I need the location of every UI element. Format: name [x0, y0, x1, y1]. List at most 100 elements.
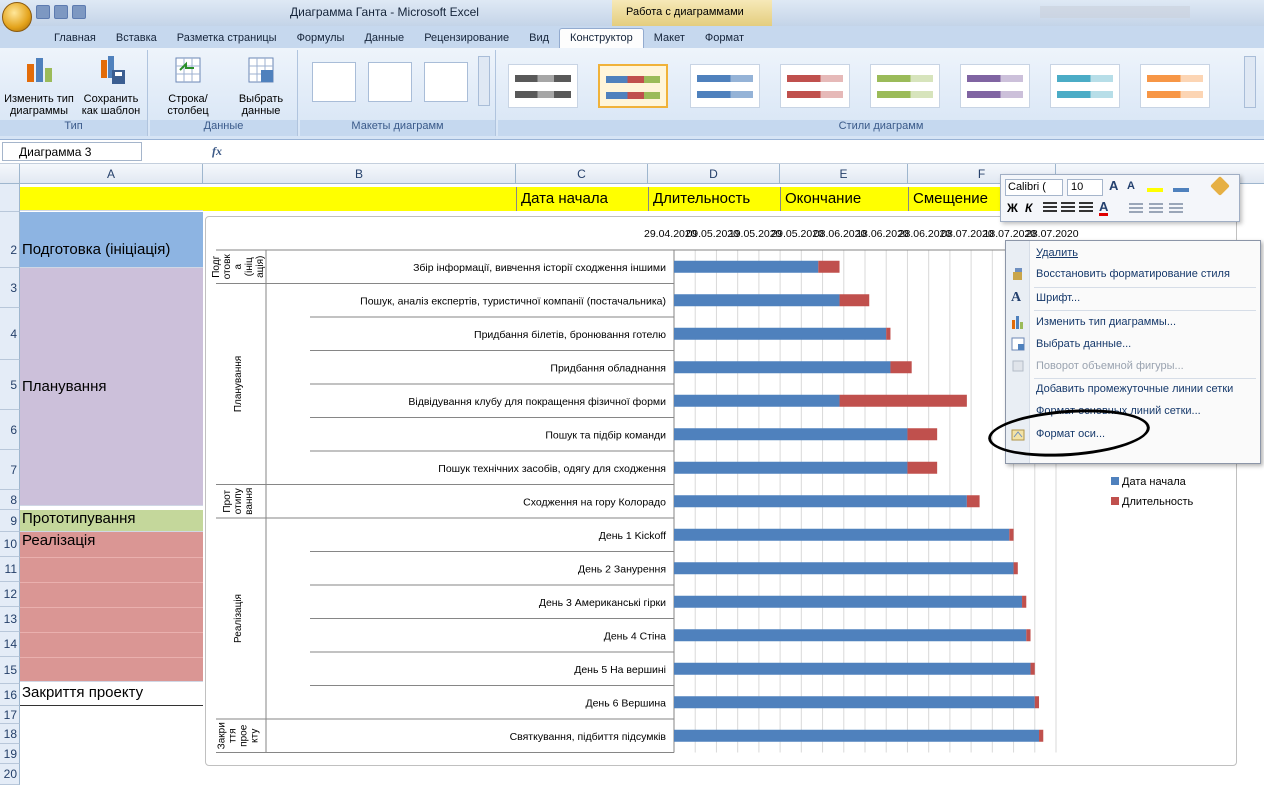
- phase-planning[interactable]: Планування: [20, 268, 203, 506]
- column-header-c[interactable]: C: [516, 164, 648, 184]
- tab-data[interactable]: Данные: [354, 29, 414, 48]
- column-header-a[interactable]: A: [20, 164, 203, 184]
- tab-home[interactable]: Главная: [44, 29, 106, 48]
- format-painter-icon[interactable]: [1210, 176, 1230, 196]
- row-number[interactable]: 11: [0, 557, 20, 582]
- bar-start-0: [674, 260, 819, 273]
- phase-closing[interactable]: Закриття проекту: [20, 684, 203, 706]
- row-divider: [20, 607, 203, 608]
- column-header-d[interactable]: D: [648, 164, 780, 184]
- decrease-indent-icon[interactable]: [1129, 203, 1143, 213]
- row-number[interactable]: 3: [0, 268, 20, 308]
- row-number[interactable]: 5: [0, 360, 20, 410]
- menu-item-change-chart-type[interactable]: Изменить тип диаграммы...: [1036, 312, 1176, 332]
- bar-start-5: [674, 428, 908, 441]
- fx-icon[interactable]: fx: [212, 144, 222, 159]
- save-as-template-button[interactable]: Сохранить как шаблон: [78, 54, 144, 117]
- column-header-e[interactable]: E: [780, 164, 908, 184]
- header-start-date[interactable]: Дата начала: [516, 187, 648, 211]
- header-duration[interactable]: Длительность: [648, 187, 780, 211]
- layout-thumb-2[interactable]: [368, 62, 412, 102]
- tab-layout[interactable]: Макет: [644, 29, 695, 48]
- row-number[interactable]: 17: [0, 706, 20, 724]
- style-thumb-blue[interactable]: [690, 64, 760, 108]
- row-number[interactable]: 19: [0, 744, 20, 764]
- align-left-icon[interactable]: [1043, 202, 1057, 214]
- bar-start-3: [674, 361, 891, 374]
- font-color-icon[interactable]: A: [1099, 200, 1109, 216]
- shrink-font-icon[interactable]: A: [1127, 180, 1135, 192]
- row-number[interactable]: 10: [0, 532, 20, 557]
- tab-format[interactable]: Формат: [695, 29, 754, 48]
- row-number[interactable]: 2: [0, 212, 20, 268]
- name-box[interactable]: Диаграмма 3: [2, 142, 142, 161]
- style-thumb-green[interactable]: [870, 64, 940, 108]
- tab-design[interactable]: Конструктор: [559, 28, 644, 48]
- office-button[interactable]: [2, 2, 32, 32]
- tab-insert[interactable]: Вставка: [106, 29, 167, 48]
- style-thumb-purple[interactable]: [960, 64, 1030, 108]
- grow-font-icon[interactable]: A: [1109, 178, 1118, 193]
- align-right-icon[interactable]: [1079, 202, 1093, 214]
- menu-item-add-minor-gridlines[interactable]: Добавить промежуточные линии сетки: [1036, 379, 1233, 399]
- group-chart-layouts: Макеты диаграмм: [300, 50, 496, 136]
- fill-color-icon[interactable]: [1147, 180, 1163, 192]
- bullets-icon[interactable]: [1169, 203, 1183, 213]
- tab-page-layout[interactable]: Разметка страницы: [167, 29, 287, 48]
- font-size-box[interactable]: 10: [1067, 179, 1103, 196]
- align-center-icon[interactable]: [1061, 202, 1075, 214]
- tab-review[interactable]: Рецензирование: [414, 29, 519, 48]
- menu-item-reset-style[interactable]: Восстановить форматирование стиля: [1036, 264, 1230, 284]
- layout-thumb-3[interactable]: [424, 62, 468, 102]
- bold-icon[interactable]: Ж: [1007, 201, 1018, 215]
- row-number[interactable]: 18: [0, 724, 20, 744]
- undo-icon[interactable]: [54, 5, 68, 19]
- menu-item-font[interactable]: Шрифт...: [1036, 288, 1080, 308]
- phase-prototyping[interactable]: Прототипування: [20, 510, 203, 532]
- menu-item-3d-rotation: Поворот объемной фигуры...: [1036, 360, 1184, 372]
- row-number[interactable]: 6: [0, 410, 20, 450]
- switch-row-column-button[interactable]: Строка/столбец: [152, 54, 224, 117]
- cell-b1[interactable]: [203, 187, 516, 211]
- layouts-more-button[interactable]: [478, 56, 490, 106]
- italic-icon[interactable]: К: [1025, 201, 1032, 215]
- bar-duration-2: [886, 327, 891, 340]
- row-number[interactable]: 9: [0, 510, 20, 532]
- change-chart-type-button[interactable]: Изменить тип диаграммы: [2, 54, 76, 117]
- style-thumb-aqua[interactable]: [1050, 64, 1120, 108]
- header-end-date[interactable]: Окончание: [780, 187, 908, 211]
- tab-view[interactable]: Вид: [519, 29, 559, 48]
- styles-more-button[interactable]: [1244, 56, 1256, 108]
- row-number[interactable]: 20: [0, 764, 20, 785]
- tab-formulas[interactable]: Формулы: [287, 29, 355, 48]
- layout-thumb-1[interactable]: [312, 62, 356, 102]
- style-thumb-red[interactable]: [780, 64, 850, 108]
- font-name-box[interactable]: Calibri (: [1005, 179, 1063, 196]
- group-label-word: Закри: [217, 722, 228, 749]
- style-thumb-multicolor[interactable]: [598, 64, 668, 108]
- row-number[interactable]: 13: [0, 607, 20, 632]
- save-icon[interactable]: [36, 5, 50, 19]
- cell-a1[interactable]: [20, 187, 203, 211]
- style-thumb-gray[interactable]: [508, 64, 578, 108]
- phase-initiation[interactable]: Подготовка (ініціація): [20, 212, 203, 268]
- row-number[interactable]: 7: [0, 450, 20, 490]
- row-number[interactable]: 15: [0, 657, 20, 684]
- select-all-corner[interactable]: [0, 164, 20, 184]
- menu-item-delete[interactable]: Удалить: [1036, 243, 1078, 263]
- row-number[interactable]: 8: [0, 490, 20, 510]
- row-number[interactable]: 16: [0, 684, 20, 706]
- row-number[interactable]: 12: [0, 582, 20, 607]
- redo-icon[interactable]: [72, 5, 86, 19]
- menu-item-select-data[interactable]: Выбрать данные...: [1036, 334, 1131, 354]
- line-color-icon[interactable]: [1173, 180, 1189, 192]
- column-header-b[interactable]: B: [203, 164, 516, 184]
- select-data-button[interactable]: Выбрать данные: [226, 54, 296, 117]
- increase-indent-icon[interactable]: [1149, 203, 1163, 213]
- category-label: День 5 На вершині: [574, 664, 666, 676]
- row-number[interactable]: [0, 184, 20, 212]
- header-offset[interactable]: Смещение: [908, 187, 1008, 211]
- row-number[interactable]: 4: [0, 308, 20, 360]
- row-number[interactable]: 14: [0, 632, 20, 657]
- style-thumb-orange[interactable]: [1140, 64, 1210, 108]
